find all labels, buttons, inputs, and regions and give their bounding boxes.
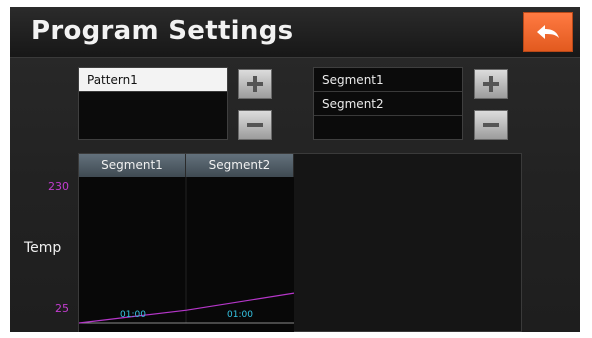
minus-icon xyxy=(483,123,499,127)
segment-item[interactable]: Segment2 xyxy=(314,92,462,116)
chart-segment-tab[interactable]: Segment1 xyxy=(79,154,186,177)
device-screen: Program Settings Pattern1 Segment1 Segme… xyxy=(10,7,580,332)
pattern-list: Pattern1 xyxy=(78,67,228,140)
segment-item[interactable]: Segment1 xyxy=(314,68,462,92)
title-bar: Program Settings xyxy=(10,7,580,58)
y-tick-max: 230 xyxy=(48,180,69,193)
chart-segment-tab[interactable]: Segment2 xyxy=(186,154,294,177)
x-tick-duration: 01:00 xyxy=(227,310,253,320)
remove-segment-button[interactable] xyxy=(474,110,508,140)
plus-icon xyxy=(247,76,263,92)
page-title: Program Settings xyxy=(31,16,294,46)
remove-pattern-button[interactable] xyxy=(238,110,272,140)
plus-icon xyxy=(483,76,499,92)
chart-svg xyxy=(78,177,295,324)
chart-plot-area xyxy=(78,177,295,332)
return-arrow-icon xyxy=(537,25,559,39)
add-segment-button[interactable] xyxy=(474,69,508,99)
profile-chart: Segment1 Segment2 xyxy=(78,153,522,332)
segment-list: Segment1 Segment2 xyxy=(313,67,463,140)
minus-icon xyxy=(247,123,263,127)
pattern-item[interactable]: Pattern1 xyxy=(79,68,227,92)
y-tick-min: 25 xyxy=(55,302,69,315)
back-button[interactable] xyxy=(523,12,573,52)
add-pattern-button[interactable] xyxy=(238,69,272,99)
x-tick-duration: 01:00 xyxy=(120,310,146,320)
y-axis-label: Temp xyxy=(24,240,62,256)
